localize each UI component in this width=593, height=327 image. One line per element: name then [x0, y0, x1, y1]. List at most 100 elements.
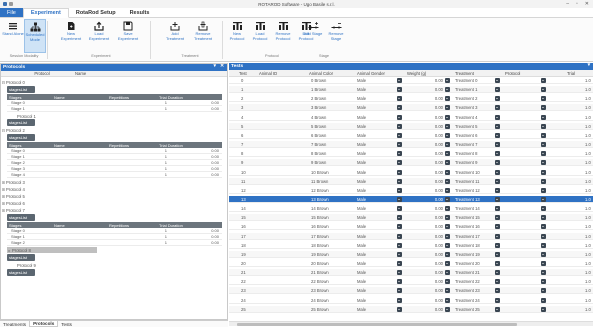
remove-treatment-button[interactable]: Remove Treatment — [192, 19, 214, 53]
animal-gender-column[interactable]: Animal Gender — [357, 70, 385, 77]
gender-dropdown-button[interactable] — [397, 96, 402, 102]
gender-dropdown-button[interactable] — [397, 215, 402, 221]
weight-dropdown-button[interactable] — [445, 306, 450, 312]
gender-dropdown-button[interactable] — [397, 105, 402, 111]
protocol-dropdown-button[interactable] — [541, 123, 546, 129]
test-row[interactable]: 16 16 Brown Male 0.00 Treatment 16 1.0 — [229, 223, 593, 231]
gender-dropdown-button[interactable] — [397, 242, 402, 248]
weight-dropdown-button[interactable] — [445, 132, 450, 138]
remove-stage-button[interactable]: Remove Stage — [325, 19, 347, 53]
weight-dropdown-button[interactable] — [445, 233, 450, 239]
stand-alone-button[interactable]: Stand Alone — [2, 19, 24, 53]
gender-dropdown-button[interactable] — [397, 78, 402, 83]
weight-dropdown-button[interactable] — [445, 288, 450, 294]
treatment-dropdown-button[interactable] — [495, 142, 500, 148]
protocol-dropdown-button[interactable] — [541, 196, 546, 202]
gender-dropdown-button[interactable] — [397, 114, 402, 120]
treatment-dropdown-button[interactable] — [495, 233, 500, 239]
test-row[interactable]: 20 20 Brown Male 0.00 Treatment 20 1.0 — [229, 260, 593, 267]
treatment-dropdown-button[interactable] — [495, 251, 500, 257]
treatment-dropdown-button[interactable] — [495, 215, 500, 221]
tab-rotarod-setup[interactable]: RotaRod Setup — [69, 8, 123, 17]
test-row[interactable]: 7 7 Brown Male 0.00 Treatment 7 1.0 — [229, 141, 593, 149]
weight-column[interactable]: Weight (g) — [407, 70, 426, 77]
protocol-dropdown-button[interactable] — [541, 96, 546, 102]
test-row[interactable]: 8 8 Brown Male 0.00 Treatment 8 1.0 — [229, 150, 593, 158]
new-experiment-button[interactable]: New Experiment — [60, 19, 82, 53]
protocol-dropdown-button[interactable] — [541, 114, 546, 120]
weight-dropdown-button[interactable] — [445, 142, 450, 148]
gender-dropdown-button[interactable] — [397, 288, 402, 294]
tab-protocols[interactable]: Protocols — [29, 321, 59, 327]
tab-treatments[interactable]: Treatments — [0, 321, 29, 327]
gender-dropdown-button[interactable] — [397, 270, 402, 276]
treatment-dropdown-button[interactable] — [495, 151, 500, 157]
test-row[interactable]: 21 21 Brown Male 0.00 Treatment 21 1.0 — [229, 269, 593, 277]
gender-dropdown-button[interactable] — [397, 224, 402, 230]
scheduled-mode-button[interactable]: Scheduled Mode — [24, 19, 46, 53]
weight-dropdown-button[interactable] — [445, 151, 450, 157]
test-row[interactable]: 19 19 Brown Male 0.00 Treatment 19 1.0 — [229, 250, 593, 258]
test-row[interactable]: 6 6 Brown Male 0.00 Treatment 6 1.0 — [229, 132, 593, 139]
treatment-dropdown-button[interactable] — [495, 160, 500, 166]
stage-row[interactable]: Stage 2 1 0.00 — [7, 240, 222, 246]
gender-dropdown-button[interactable] — [397, 196, 402, 202]
test-row[interactable]: 1 1 Brown Male 0.00 Treatment 1 1.0 — [229, 86, 593, 94]
test-row[interactable]: 23 23 Brown Male 0.00 Treatment 23 1.0 — [229, 287, 593, 295]
protocol-dropdown-button[interactable] — [541, 261, 546, 266]
scrollbar-thumb[interactable] — [237, 323, 517, 326]
weight-dropdown-button[interactable] — [445, 242, 450, 248]
treatment-dropdown-button[interactable] — [495, 196, 500, 202]
new-protocol-button[interactable]: New Protocol — [226, 19, 248, 53]
protocol-dropdown-button[interactable] — [541, 132, 546, 138]
add-stage-button[interactable]: Add Stage — [302, 19, 324, 53]
pin-icon[interactable]: ▾ — [214, 64, 216, 69]
protocol-row[interactable]: Protocol 9 — [1, 262, 36, 268]
treatment-dropdown-button[interactable] — [495, 78, 500, 83]
gender-dropdown-button[interactable] — [397, 251, 402, 257]
gender-dropdown-button[interactable] — [397, 87, 402, 93]
weight-dropdown-button[interactable] — [445, 105, 450, 111]
weight-dropdown-button[interactable] — [445, 187, 450, 193]
protocol-dropdown-button[interactable] — [541, 169, 546, 175]
name-column[interactable]: Name — [75, 71, 135, 76]
test-row[interactable]: 22 22 Brown Male 0.00 Treatment 22 1.0 — [229, 278, 593, 286]
test-row[interactable]: 24 24 Brown Male 0.00 Treatment 24 1.0 — [229, 297, 593, 304]
weight-dropdown-button[interactable] — [445, 123, 450, 129]
protocol-row[interactable]: ⊞ Protocol 5 — [1, 193, 25, 199]
treatment-dropdown-button[interactable] — [495, 96, 500, 102]
weight-dropdown-button[interactable] — [445, 279, 450, 285]
protocol-dropdown-button[interactable] — [541, 279, 546, 285]
protocol-dropdown-button[interactable] — [541, 288, 546, 294]
protocol-dropdown-button[interactable] — [541, 78, 546, 83]
protocol-dropdown-button[interactable] — [541, 187, 546, 193]
pin-icon[interactable]: ▾ — [588, 63, 590, 68]
weight-dropdown-button[interactable] — [445, 224, 450, 230]
load-protocol-button[interactable]: Load Protocol — [249, 19, 271, 53]
treatment-dropdown-button[interactable] — [495, 306, 500, 312]
treatment-dropdown-button[interactable] — [495, 206, 500, 212]
protocol-dropdown-button[interactable] — [541, 251, 546, 257]
gender-dropdown-button[interactable] — [397, 206, 402, 212]
treatment-dropdown-button[interactable] — [495, 169, 500, 175]
treatment-dropdown-button[interactable] — [495, 279, 500, 285]
weight-dropdown-button[interactable] — [445, 206, 450, 212]
protocol-dropdown-button[interactable] — [541, 233, 546, 239]
protocol-dropdown-button[interactable] — [541, 160, 546, 166]
test-row[interactable]: 10 10 Brown Male 0.00 Treatment 10 1.0 — [229, 169, 593, 176]
treatment-dropdown-button[interactable] — [495, 178, 500, 184]
stage-row[interactable]: Stage 1 1 0.00 — [7, 106, 222, 112]
weight-dropdown-button[interactable] — [445, 251, 450, 257]
trial-column[interactable]: Trial — [567, 70, 575, 77]
gender-dropdown-button[interactable] — [397, 233, 402, 239]
tab-results[interactable]: Results — [123, 8, 157, 17]
test-row[interactable]: 0 0 Brown Male 0.00 Treatment 0 1.0 — [229, 77, 593, 84]
minimize-button[interactable]: – — [566, 1, 569, 7]
treatment-dropdown-button[interactable] — [495, 261, 500, 266]
treatment-dropdown-button[interactable] — [495, 224, 500, 230]
gender-dropdown-button[interactable] — [397, 261, 402, 266]
treatment-dropdown-button[interactable] — [495, 270, 500, 276]
gender-dropdown-button[interactable] — [397, 142, 402, 148]
protocol-row[interactable]: ⊞ Protocol 3 — [1, 179, 25, 185]
gender-dropdown-button[interactable] — [397, 132, 402, 138]
